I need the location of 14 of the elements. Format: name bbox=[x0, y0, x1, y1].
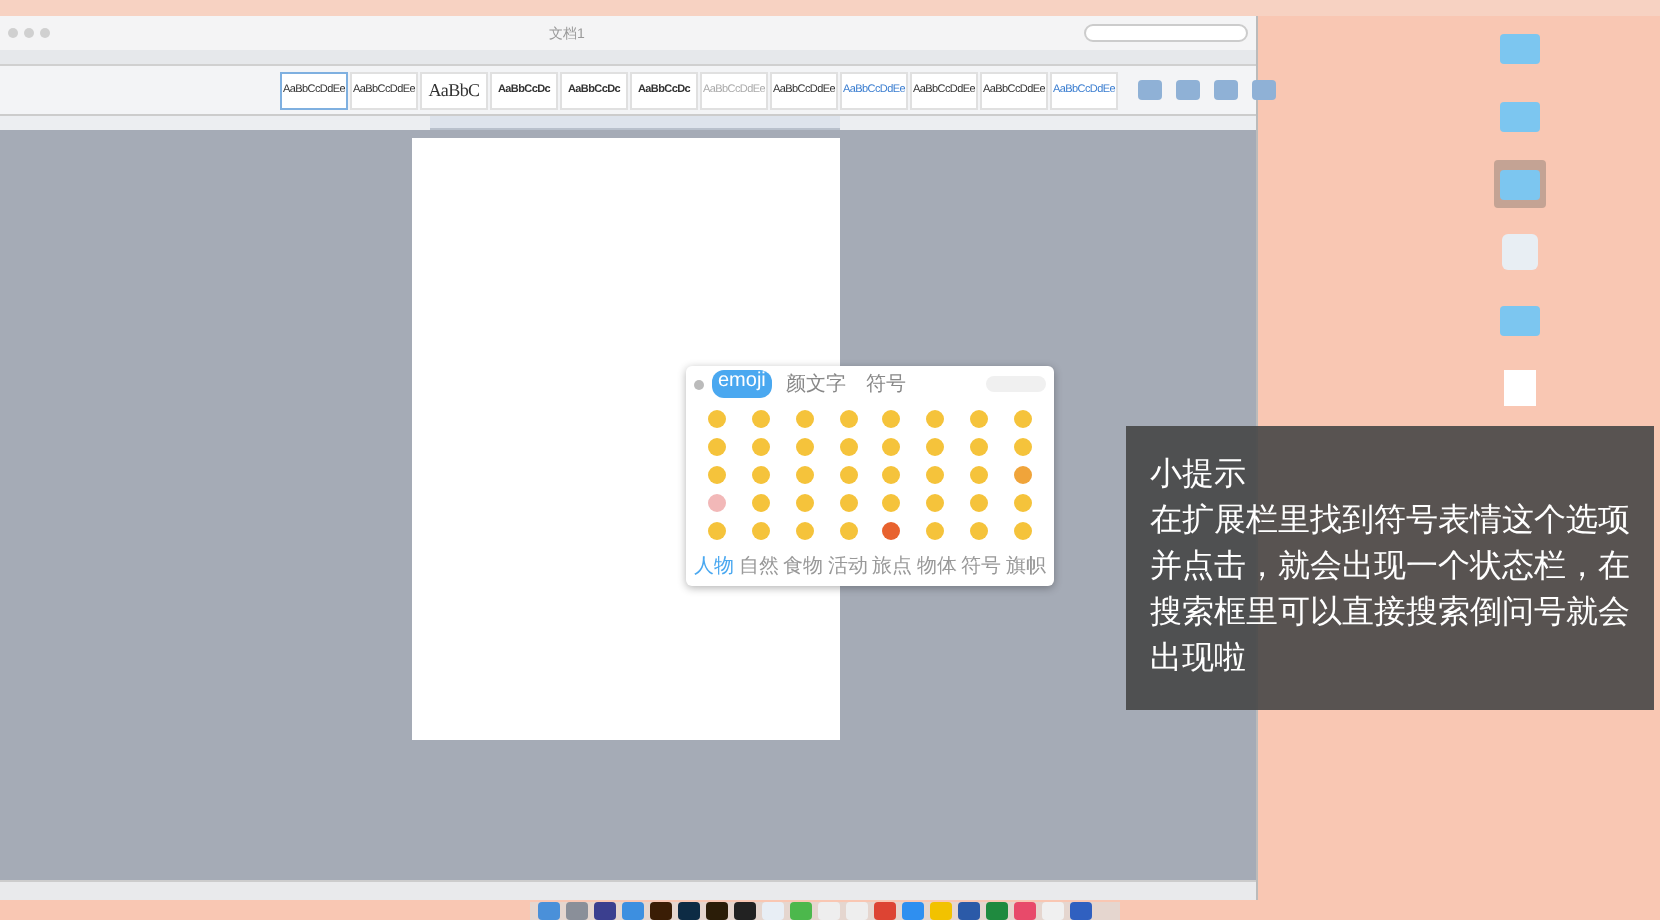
category-tab[interactable]: 物体 bbox=[916, 552, 957, 580]
emoji-tab[interactable]: emoji bbox=[712, 370, 772, 398]
tip-text: 在扩展栏里找到符号表情这个选项并点击，就会出现一个状态栏，在搜索框里可以直接搜索倒问号就会出现啦 bbox=[1150, 498, 1630, 680]
tip-title: 小提示 bbox=[1150, 452, 1248, 496]
category-tab[interactable]: 旗帜 bbox=[1005, 552, 1046, 580]
category-tab[interactable]: 符号 bbox=[961, 552, 1002, 580]
emoji-tab[interactable]: 符号 bbox=[859, 370, 912, 398]
category-tab[interactable]: 人物 bbox=[694, 552, 734, 580]
category-tab[interactable]: 自然 bbox=[738, 552, 779, 580]
category-tab[interactable]: 旅点 bbox=[872, 552, 913, 580]
category-tab[interactable]: 食物 bbox=[783, 552, 824, 580]
style-option[interactable]: AaBbC bbox=[420, 71, 488, 109]
category-tab[interactable]: 活动 bbox=[827, 552, 868, 580]
emoji-tab[interactable]: 颜文字 bbox=[779, 370, 852, 398]
